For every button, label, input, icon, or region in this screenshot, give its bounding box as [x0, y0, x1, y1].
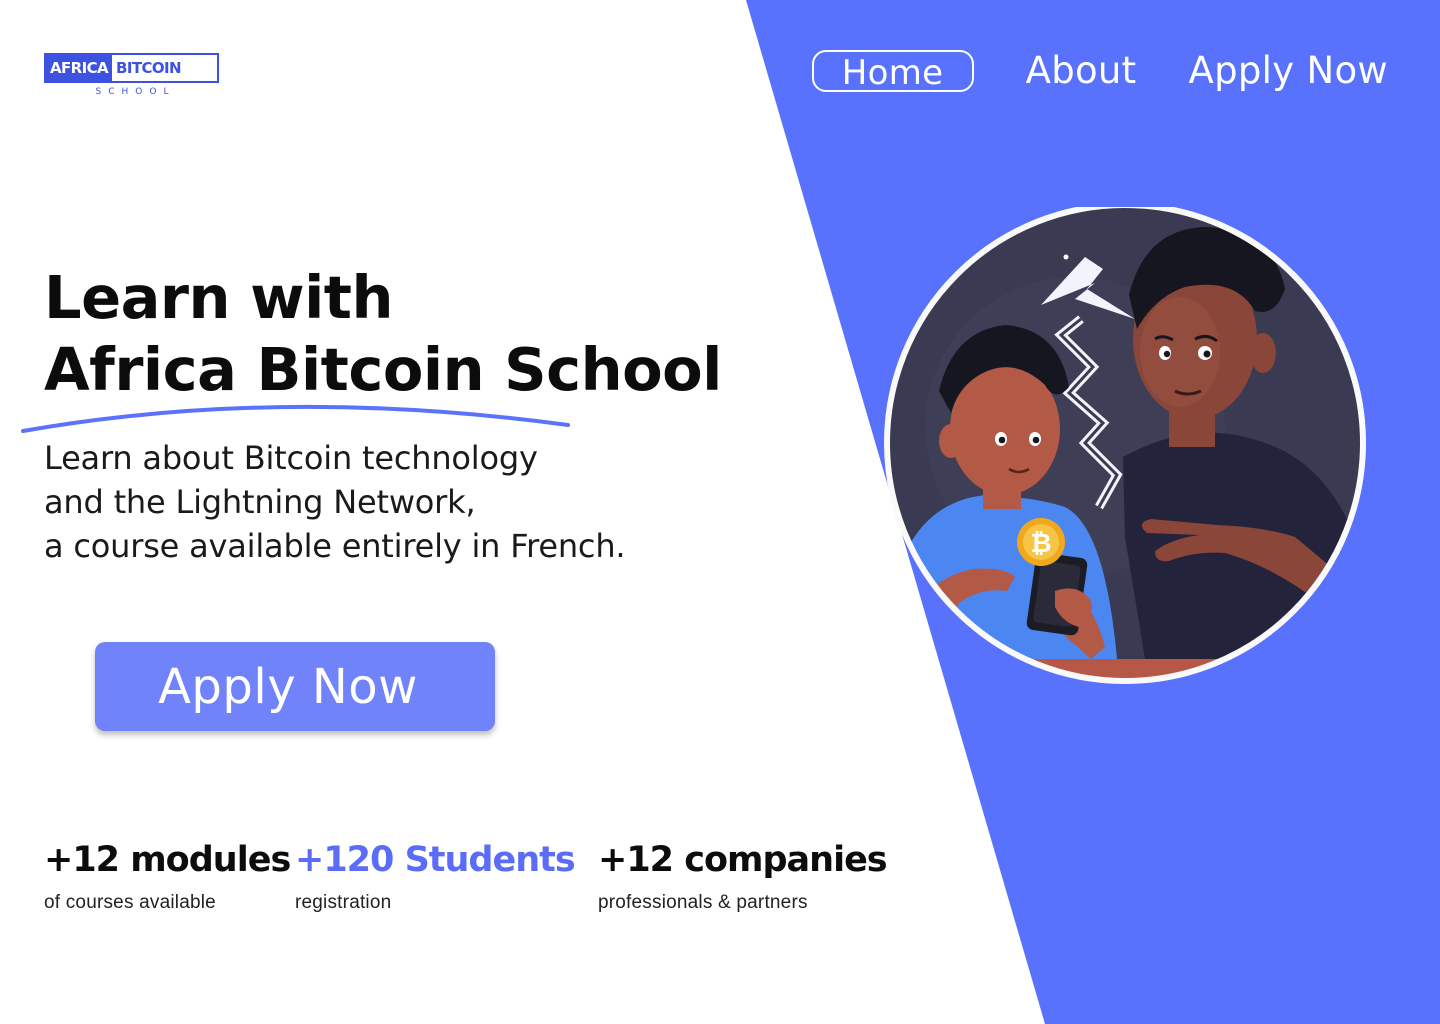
apply-now-button[interactable]: Apply Now: [95, 642, 495, 731]
stat-value: +12 modules: [44, 840, 291, 880]
subtitle-line-2: and the Lightning Network,: [44, 483, 476, 521]
stat-label: professionals & partners: [598, 892, 808, 913]
nav-home-link[interactable]: Home: [811, 50, 974, 93]
logo-word-africa: AFRICA: [46, 55, 113, 81]
bitcoin-coin-icon: ₿: [1017, 518, 1065, 566]
stat-companies: +12 companies professionals & partners: [598, 838, 888, 914]
stat-label: of courses available: [44, 892, 216, 913]
bitcoin-symbol: ₿: [1030, 529, 1051, 559]
logo-wordmark: AFRICA BITCOIN: [44, 53, 219, 83]
stat-students: +120 Students registration: [295, 838, 576, 914]
main-nav: Home About Apply Now: [811, 50, 1389, 93]
nav-about-link[interactable]: About: [1026, 51, 1137, 91]
logo-subtitle: SCHOOL: [95, 87, 176, 97]
headline-underline: [21, 404, 570, 433]
brand-logo[interactable]: AFRICA BITCOIN SCHOOL: [44, 53, 219, 97]
nav-apply-link[interactable]: Apply Now: [1189, 51, 1389, 91]
subtitle-line-3: a course available entirely in French.: [44, 527, 626, 565]
subtitle-line-1: Learn about Bitcoin technology: [44, 439, 538, 477]
hero-illustration: ₿: [884, 207, 1366, 684]
stat-value: +12 companies: [598, 840, 888, 880]
hero-headline: Learn with Africa Bitcoin School: [44, 262, 722, 406]
stat-modules: +12 modules of courses available: [44, 838, 291, 914]
logo-word-bitcoin: BITCOIN: [112, 55, 185, 81]
hero-subtitle: Learn about Bitcoin technology and the L…: [44, 436, 626, 568]
headline-line-1: Learn with: [44, 263, 393, 332]
stat-value: +120 Students: [295, 840, 576, 880]
stat-label: registration: [295, 892, 392, 913]
